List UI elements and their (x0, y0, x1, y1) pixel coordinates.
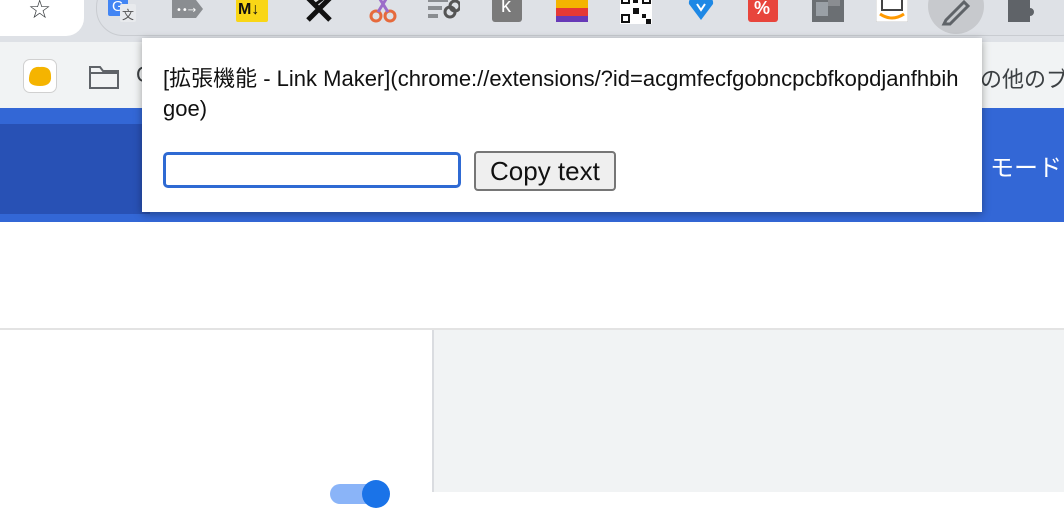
markdown-icon[interactable]: M↓ (236, 0, 268, 22)
google-translate-icon[interactable]: G文 (108, 0, 138, 24)
scissors-icon[interactable] (368, 0, 398, 24)
svg-text:M↓: M↓ (238, 1, 259, 18)
bookmark-app-icon[interactable] (24, 60, 56, 92)
qr-code-icon[interactable] (620, 0, 652, 24)
link-maker-popup: [拡張機能 - Link Maker](chrome://extensions/… (142, 38, 982, 212)
send-arrow-icon[interactable]: ••→ (170, 0, 203, 26)
svg-text:••→: ••→ (176, 5, 196, 16)
red-percent-icon[interactable]: % (748, 0, 778, 22)
bookmark-star-icon[interactable]: ☆ (28, 0, 51, 25)
amazon-icon[interactable] (876, 0, 908, 22)
k-icon-letter: k (501, 0, 511, 17)
color-bars-icon[interactable] (556, 0, 588, 22)
x-tool-icon[interactable] (304, 0, 334, 24)
folder-icon[interactable] (88, 64, 120, 90)
right-pane (432, 330, 1064, 492)
toggle-knob[interactable] (362, 480, 390, 508)
k-icon[interactable]: k (492, 0, 522, 22)
copy-text-button[interactable]: Copy text (474, 151, 616, 191)
markdown-link-text: [拡張機能 - Link Maker](chrome://extensions/… (163, 66, 959, 121)
browser-toolbar: ☆ G文 ••→ M↓ k % (0, 0, 1064, 42)
gray-blocks-icon[interactable] (812, 0, 844, 22)
page-content (0, 222, 1064, 508)
omnibox-end: ☆ (0, 0, 84, 36)
puzzle-icon[interactable] (1004, 0, 1034, 22)
header-dark-panel (0, 124, 150, 214)
svg-text:%: % (754, 0, 770, 18)
link-list-icon[interactable] (428, 0, 460, 24)
pencil-icon[interactable] (940, 0, 971, 26)
svg-text:文: 文 (122, 7, 134, 22)
blue-heart-icon[interactable] (686, 0, 716, 22)
header-mode-text[interactable]: モード (990, 148, 1062, 183)
link-text-input[interactable] (163, 152, 461, 188)
